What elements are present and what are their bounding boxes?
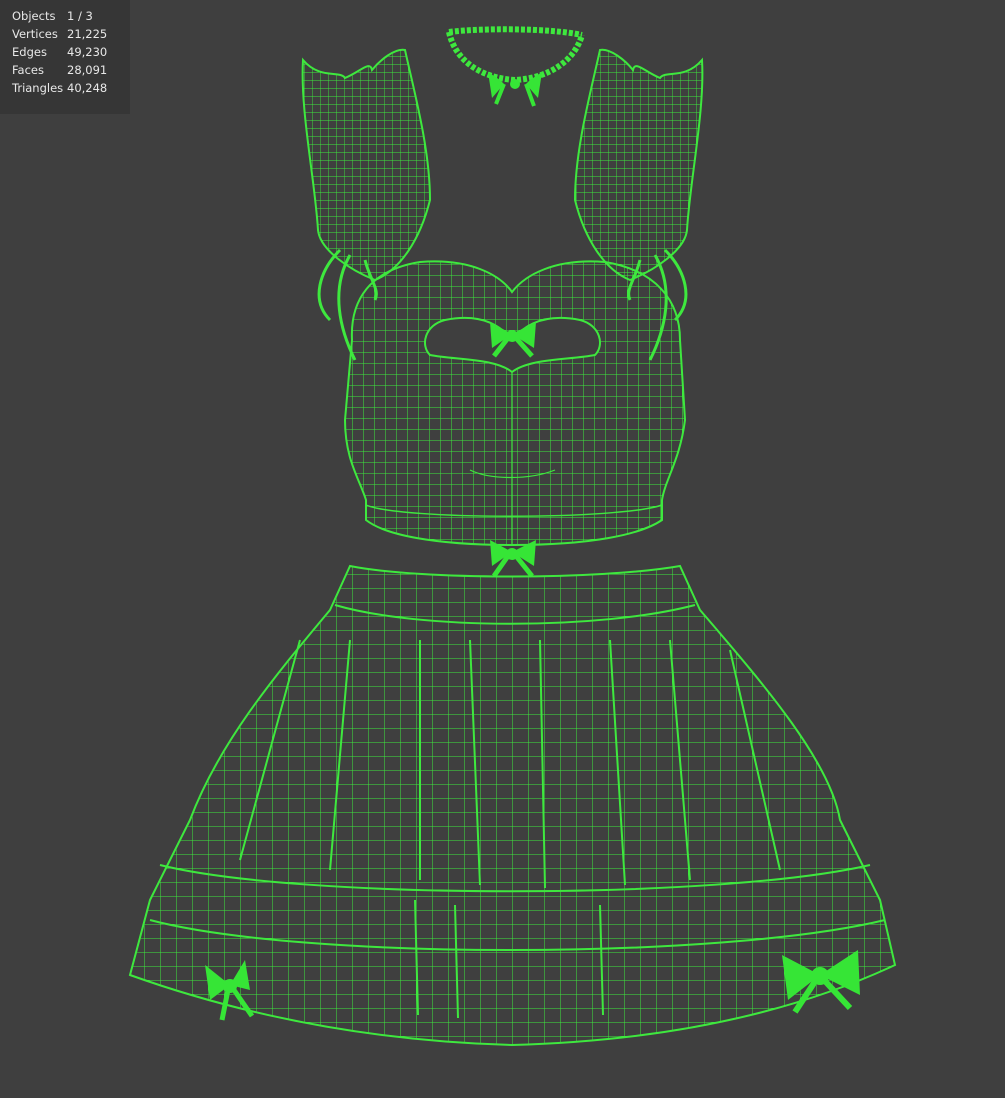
top-bodice-mesh (343, 260, 687, 547)
stat-value: 21,225 (67, 27, 108, 41)
stat-row-objects: Objects 1 / 3 (0, 7, 130, 25)
stat-label: Faces (12, 63, 44, 77)
wireframe-mesh (128, 26, 897, 1047)
stat-label: Vertices (12, 27, 58, 41)
stat-label: Triangles (12, 81, 64, 95)
necklace (446, 26, 585, 107)
stat-row-faces: Faces 28,091 (0, 61, 130, 79)
viewport-statistics-overlay: Objects 1 / 3 Vertices 21,225 Edges 49,2… (0, 0, 130, 114)
stat-value: 40,248 (67, 81, 108, 95)
stat-row-triangles: Triangles 40,248 (0, 79, 130, 97)
stat-value: 28,091 (67, 63, 108, 77)
stat-label: Edges (12, 45, 47, 59)
stat-row-vertices: Vertices 21,225 (0, 25, 130, 43)
stat-value: 49,230 (67, 45, 108, 59)
stat-value: 1 / 3 (67, 9, 93, 23)
stat-row-edges: Edges 49,230 (0, 43, 130, 61)
stat-label: Objects (12, 9, 56, 23)
skirt-mesh (128, 564, 897, 1047)
3d-viewport[interactable]: Objects 1 / 3 Vertices 21,225 Edges 49,2… (0, 0, 1005, 1098)
